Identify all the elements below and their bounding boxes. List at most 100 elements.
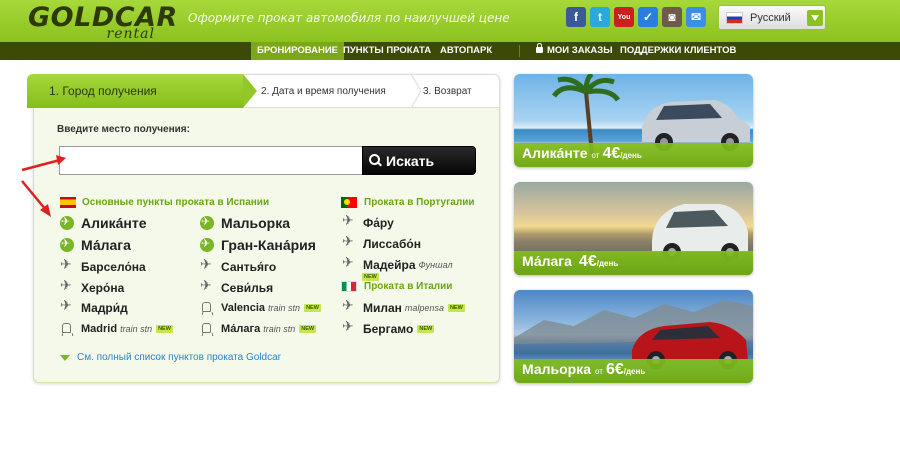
step1-label: 1. Город получения <box>49 84 157 98</box>
location-link[interactable]: Гран-Кана́рия <box>200 236 316 254</box>
russia-flag-icon <box>726 12 743 24</box>
promo-from: от <box>591 151 600 160</box>
step3-label: 3. Возврат <box>423 86 472 97</box>
language-select[interactable]: Русский <box>718 5 826 30</box>
new-badge: NEW <box>362 273 379 281</box>
train-icon <box>200 301 214 315</box>
airport-green-icon <box>200 237 214 252</box>
full-locations-label: См. полный список пунктов проката Goldca… <box>77 352 281 363</box>
language-label: Русский <box>750 12 791 24</box>
location-link[interactable]: Ма́лага train stn NEW <box>200 320 317 338</box>
main-nav: БРОНИРОВАНИЕ ПУНКТЫ ПРОКАТА АВТОПАРК МОИ… <box>0 42 900 60</box>
location-name: Милан <box>363 301 402 315</box>
location-link[interactable]: Херо́на <box>60 278 125 297</box>
airport-icon <box>200 257 214 274</box>
search-button[interactable]: Искать <box>362 146 476 175</box>
promo-text: Аликáнте от 4€/день <box>522 145 642 163</box>
location-sub: train stn <box>268 303 301 313</box>
twitter-icon[interactable]: t <box>590 7 610 27</box>
nav-locations[interactable]: ПУНКТЫ ПРОКАТА <box>343 42 431 60</box>
nav-booking[interactable]: БРОНИРОВАНИЕ <box>251 42 344 60</box>
location-name: Фа́ру <box>363 216 394 230</box>
promo-city: Мальорка <box>522 361 592 377</box>
nav-support[interactable]: ПОДДЕРЖКИ КЛИЕНТОВ <box>620 42 736 60</box>
new-badge: NEW <box>447 304 465 312</box>
full-locations-link[interactable]: См. полный список пунктов проката Goldca… <box>60 352 281 363</box>
promo-bar: Аликáнте от 4€/день <box>514 143 753 167</box>
location-link[interactable]: Ма́лага <box>60 236 131 254</box>
instagram-icon[interactable]: ◙ <box>662 7 682 27</box>
location-name: Аликáнте <box>81 215 147 231</box>
red-arrow-icon <box>21 180 51 217</box>
mail-icon[interactable]: ✉ <box>686 7 706 27</box>
airport-icon <box>342 319 356 336</box>
goldcar-logo[interactable]: GOLDCAR rental <box>28 2 177 42</box>
lock-icon <box>536 43 543 53</box>
location-link[interactable]: Мальорка <box>200 214 290 232</box>
facebook-icon[interactable]: f <box>566 7 586 27</box>
spain-flag-icon <box>60 197 76 208</box>
chevron-down-icon <box>807 10 823 26</box>
italy-flag-icon <box>341 281 357 292</box>
location-link[interactable]: Милан malpensa NEW <box>342 298 465 317</box>
new-badge: NEW <box>417 325 435 333</box>
promo-city: Ма́лага <box>522 253 572 269</box>
location-link[interactable]: Севи́лья <box>200 278 274 297</box>
location-link[interactable]: Valencia train stn NEW <box>200 299 321 317</box>
location-sub: train stn <box>263 324 296 334</box>
step-return[interactable]: 3. Возврат <box>421 74 500 108</box>
airport-icon <box>342 234 356 251</box>
nav-fleet[interactable]: АВТОПАРК <box>440 42 492 60</box>
location-link[interactable]: Бергамо NEW <box>342 319 435 338</box>
step-pickup-city[interactable]: 1. Город получения <box>27 74 257 108</box>
checkmark-icon[interactable]: ✓ <box>638 7 658 27</box>
airport-icon <box>60 257 74 274</box>
location-link[interactable]: Мадри́д <box>60 298 128 317</box>
location-name: Мадри́д <box>81 301 128 315</box>
location-name: Мальорка <box>221 215 291 231</box>
location-name: Madrid <box>81 323 118 335</box>
airport-icon <box>60 298 74 315</box>
nav-my-bookings[interactable]: МОИ ЗАКАЗЫ <box>547 42 613 60</box>
location-name: Мадейра <box>363 258 416 272</box>
location-name: Бергамо <box>363 322 414 336</box>
promo-card-malaga[interactable]: Ма́лага 4€/день <box>514 182 753 275</box>
airport-icon <box>342 298 356 315</box>
train-icon <box>60 322 74 336</box>
promo-card-mallorca[interactable]: Мальорка от 6€/день <box>514 290 753 383</box>
location-name: Ма́лага <box>81 237 131 253</box>
step2-label: 2. Дата и время получения <box>261 86 386 97</box>
promo-bar: Мальорка от 6€/день <box>514 359 753 383</box>
location-link[interactable]: Барсело́на <box>60 257 146 276</box>
promo-per: /день <box>620 151 642 160</box>
location-name: Барсело́на <box>81 260 146 274</box>
portugal-flag-icon <box>341 197 357 208</box>
location-link[interactable]: Фа́ру <box>342 213 394 232</box>
airport-icon <box>200 278 214 295</box>
location-name: Ма́лага <box>221 323 261 335</box>
triangle-down-icon <box>60 354 70 361</box>
location-link[interactable]: Аликáнте <box>60 214 147 232</box>
youtube-icon[interactable]: You <box>614 7 634 27</box>
location-link[interactable]: Мадейра Фуншал <box>342 255 453 274</box>
promo-price: 6€ <box>605 361 624 378</box>
new-badge: NEW <box>156 325 173 333</box>
booking-steps: 2. Дата и время получения 3. Возврат 1. … <box>27 74 500 108</box>
airport-green-icon <box>60 215 74 230</box>
logo-main-text: GOLDCAR <box>28 2 178 33</box>
location-link[interactable]: Лиссабо́н <box>342 234 421 253</box>
promo-text: Ма́лага 4€/день <box>522 253 618 271</box>
location-name: Сантья́го <box>221 260 277 274</box>
location-name: Херо́на <box>81 281 125 295</box>
location-link[interactable]: Madrid train stn NEW <box>60 320 173 338</box>
airport-green-icon <box>200 215 214 230</box>
location-link[interactable]: Сантья́го <box>200 257 277 276</box>
location-name: Севи́лья <box>221 281 274 295</box>
logo-sub-text: rental <box>106 26 155 42</box>
pickup-location-input[interactable] <box>59 146 364 175</box>
step-date-time[interactable]: 2. Дата и время получения <box>243 74 421 108</box>
location-sub: train stn <box>120 324 153 334</box>
promo-card-alicante[interactable]: Аликáнте от 4€/день <box>514 74 753 167</box>
pickup-location-label: Введите место получения: <box>57 124 190 135</box>
airport-icon <box>342 255 356 272</box>
